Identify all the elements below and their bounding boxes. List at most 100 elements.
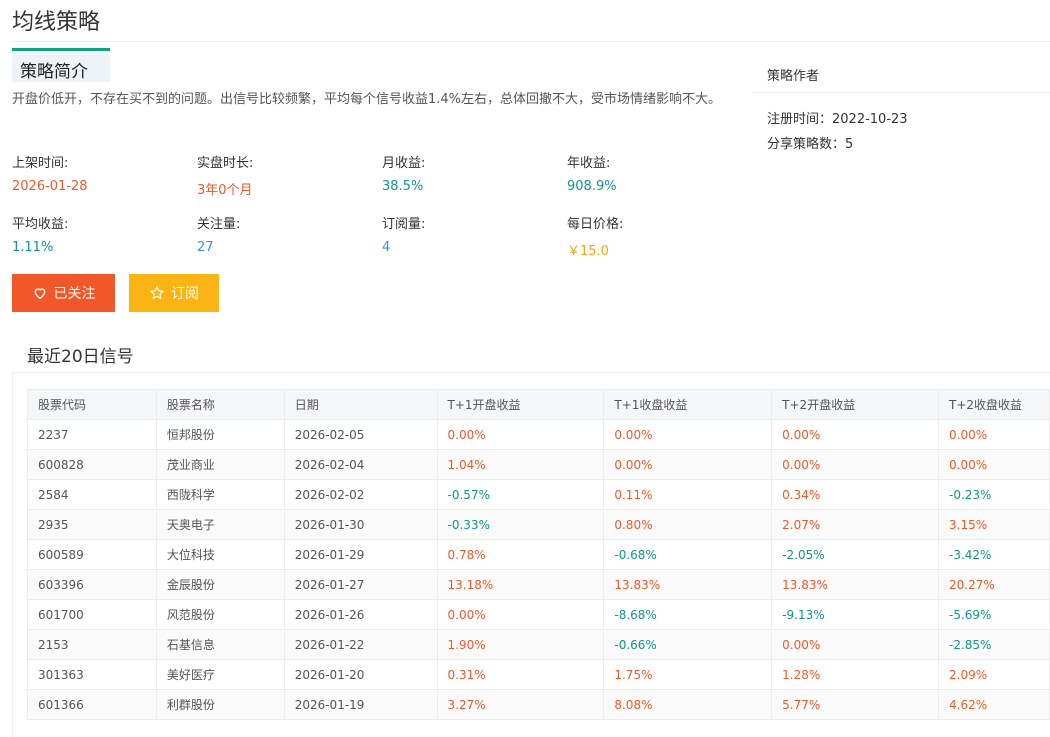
table-cell: 2.09% — [938, 659, 1050, 690]
table-cell: 600828 — [27, 449, 157, 480]
table-cell: 2026-02-02 — [283, 479, 438, 510]
table-body: 2237 恒邦股份 2026-02-05 0.00% 0.00% 0.00% 0.00% 60… — [27, 419, 1050, 720]
follow-button[interactable]: 已关注 — [12, 274, 115, 312]
stat-label: 实盘时长: — [197, 156, 254, 171]
table-cell: 2026-01-30 — [283, 509, 438, 540]
table-row[interactable]: 301363 美好医疗 2026-01-20 0.31% 1.75% 1.28% 2.09% — [27, 659, 1050, 690]
table-row[interactable]: 600589 大位科技 2026-01-29 0.78% -0.68% -2.05% -3.… — [27, 539, 1050, 570]
table-cell: 2026-02-05 — [283, 419, 438, 450]
star-icon — [149, 285, 165, 300]
follow-button-label: 已关注 — [53, 286, 96, 302]
column-header[interactable]: 日期 — [283, 389, 438, 420]
table-cell: 2026-01-29 — [283, 539, 438, 570]
table-cell: 0.00% — [436, 419, 605, 450]
table-cell: 恒邦股份 — [155, 419, 285, 450]
column-header[interactable]: T+1开盘收益 — [436, 389, 605, 420]
table-cell: 1.75% — [603, 659, 773, 690]
register-date: 2022-10-23 — [832, 112, 908, 127]
intro-tab[interactable]: 策略简介 — [12, 48, 110, 82]
table-cell: 0.31% — [436, 659, 605, 690]
stat-label: 平均收益: — [12, 217, 69, 232]
table-cell: 4.62% — [938, 689, 1050, 720]
table-cell: 2026-01-26 — [283, 599, 438, 630]
page-title: 均线策略 — [12, 10, 101, 35]
signals-divider — [12, 372, 1050, 373]
table-cell: 8.08% — [603, 689, 773, 720]
table-row[interactable]: 2237 恒邦股份 2026-02-05 0.00% 0.00% 0.00% 0.00% — [27, 419, 1050, 450]
stat-value: 4 — [382, 240, 391, 255]
stat-subscribers: 订阅量: 4 — [382, 213, 425, 255]
table-cell: 2.07% — [771, 509, 939, 540]
column-header[interactable]: T+2收盘收益 — [938, 389, 1050, 420]
stat-label: 年收益: — [567, 156, 611, 171]
column-header[interactable]: T+1收盘收益 — [603, 389, 773, 420]
stat-listing-date: 上架时间: 2026-01-28 — [12, 152, 88, 194]
table-row[interactable]: 2153 石基信息 2026-01-22 1.90% -0.66% 0.00% -2.85% — [27, 629, 1050, 660]
stat-label: 订阅量: — [382, 217, 426, 232]
stat-label: 上架时间: — [12, 156, 69, 171]
table-cell: 0.00% — [938, 419, 1050, 450]
table-cell: 2026-01-22 — [283, 629, 438, 660]
author-shared-row: 分享策略数：5 — [767, 133, 853, 152]
signals-title: 最近20日信号 — [27, 347, 134, 367]
author-card: 策略作者 注册时间：2022-10-23 分享策略数：5 — [752, 54, 1050, 164]
table-row[interactable]: 601366 利群股份 2026-01-19 3.27% 8.08% 5.77% 4.62% — [27, 689, 1050, 720]
stat-value: 3年0个月 — [197, 183, 253, 198]
table-row[interactable]: 2584 西陇科学 2026-02-02 -0.57% 0.11% 0.34% -0.23% — [27, 479, 1050, 510]
table-cell: 2584 — [27, 479, 157, 510]
shared-label: 分享策略数： — [767, 137, 846, 152]
table-cell: 2026-01-20 — [283, 659, 438, 690]
table-cell: 0.00% — [603, 449, 773, 480]
stat-label: 每日价格: — [567, 217, 624, 232]
stat-value: 2026-01-28 — [12, 179, 88, 194]
column-header[interactable]: 股票名称 — [155, 389, 285, 420]
stat-average-return: 平均收益: 1.11% — [12, 213, 68, 255]
table-cell: 2026-01-27 — [283, 569, 438, 600]
table-row[interactable]: 600828 茂业商业 2026-02-04 1.04% 0.00% 0.00% 0.00% — [27, 449, 1050, 480]
table-cell: 603396 — [27, 569, 157, 600]
table-cell: 13.83% — [771, 569, 939, 600]
table-row[interactable]: 603396 金辰股份 2026-01-27 13.18% 13.83% 13.83% 20… — [27, 569, 1050, 600]
signals-table: 股票代码 股票名称 日期 T+1开盘收益 T+1收盘收益 T+2开盘收益 T+2收盘收益 2… — [27, 389, 1050, 720]
table-row[interactable]: 2935 天奥电子 2026-01-30 -0.33% 0.80% 2.07% 3.15% — [27, 509, 1050, 540]
table-cell: 金辰股份 — [155, 569, 285, 600]
table-cell: 0.78% — [436, 539, 605, 570]
subscribe-button[interactable]: 订阅 — [129, 274, 219, 312]
table-cell: 2153 — [27, 629, 157, 660]
column-header[interactable]: T+2开盘收益 — [771, 389, 939, 420]
subscribe-button-label: 订阅 — [171, 286, 199, 302]
signals-left-border — [12, 372, 13, 737]
author-card-divider — [752, 92, 1050, 93]
table-cell: -0.68% — [603, 539, 773, 570]
table-cell: 601366 — [27, 689, 157, 720]
table-cell: 0.00% — [436, 599, 605, 630]
table-cell: -2.05% — [771, 539, 939, 570]
table-cell: -0.33% — [436, 509, 605, 540]
table-cell: 13.18% — [436, 569, 605, 600]
table-cell: 美好医疗 — [155, 659, 285, 690]
table-cell: -5.69% — [938, 599, 1050, 630]
shared-count: 5 — [845, 137, 854, 152]
table-cell: 天奥电子 — [155, 509, 285, 540]
stat-value: 27 — [197, 240, 214, 255]
table-cell: 风范股份 — [155, 599, 285, 630]
table-cell: 0.00% — [771, 449, 939, 480]
table-cell: 西陇科学 — [155, 479, 285, 510]
strategy-description: 开盘价低开，不存在买不到的问题。出信号比较频繁，平均每个信号收益1.4%左右，总… — [12, 92, 722, 107]
table-cell: 石基信息 — [155, 629, 285, 660]
column-header[interactable]: 股票代码 — [27, 389, 157, 420]
stat-annual-return: 年收益: 908.9% — [567, 152, 617, 194]
stat-value: 908.9% — [567, 179, 617, 194]
stat-daily-price: 每日价格: ￥15.0 — [567, 213, 623, 259]
table-cell: -0.23% — [938, 479, 1050, 510]
stat-monthly-return: 月收益: 38.5% — [382, 152, 425, 194]
table-row[interactable]: 601700 风范股份 2026-01-26 0.00% -8.68% -9.13% -5.… — [27, 599, 1050, 630]
author-card-title: 策略作者 — [767, 69, 820, 84]
stat-label: 月收益: — [382, 156, 426, 171]
table-cell: 301363 — [27, 659, 157, 690]
table-cell: 0.80% — [603, 509, 773, 540]
stat-value: 38.5% — [382, 179, 424, 194]
table-cell: 2237 — [27, 419, 157, 450]
register-label: 注册时间： — [767, 112, 833, 127]
table-cell: -0.66% — [603, 629, 773, 660]
